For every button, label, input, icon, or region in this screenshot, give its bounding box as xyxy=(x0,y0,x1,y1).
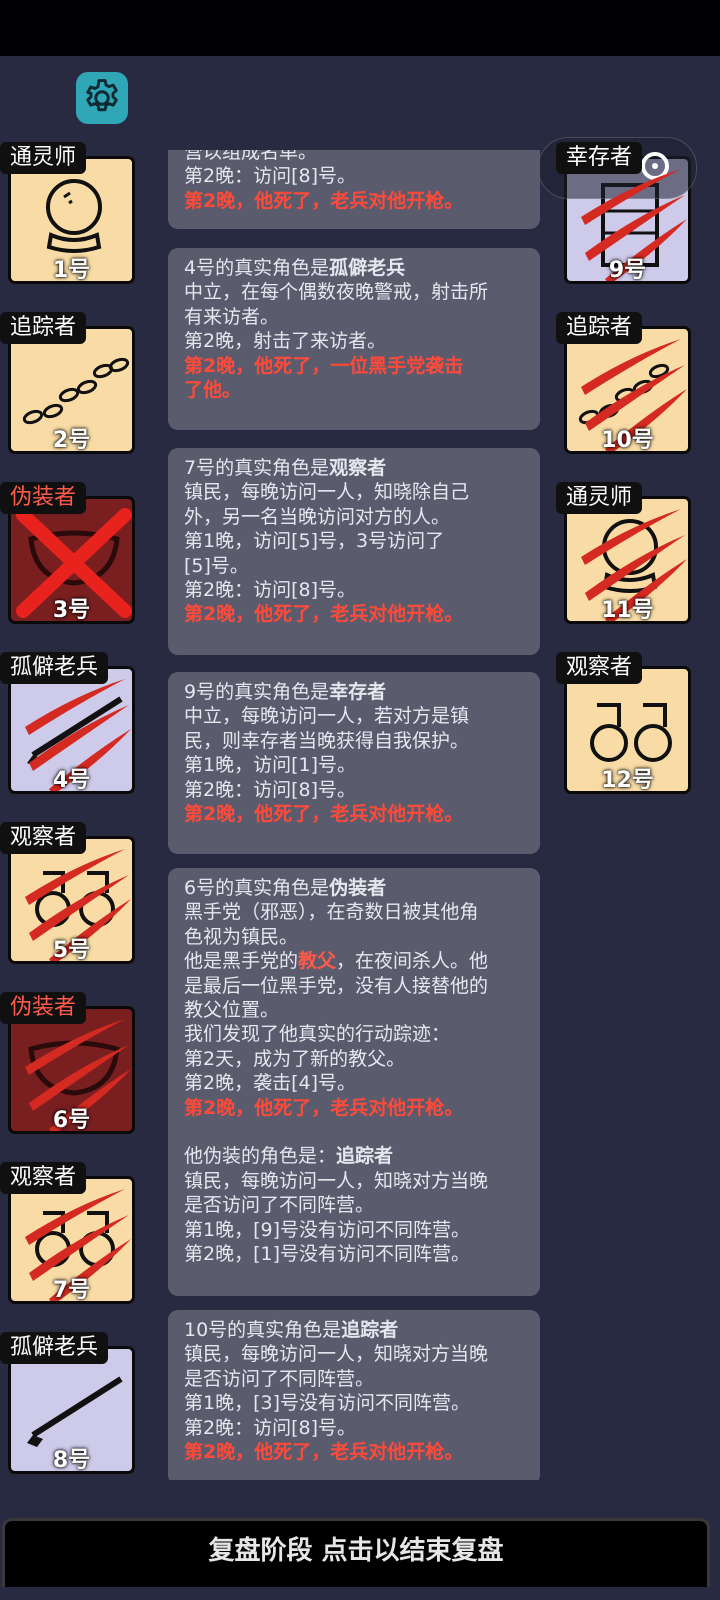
fake-role: 追踪者 xyxy=(336,1145,394,1168)
log-entry: 7号的真实角色是观察者 镇民，每晚访问一人，知晓除自己 外，另一名当晚访问对方的… xyxy=(168,448,540,655)
role-label: 幸存者 xyxy=(556,142,643,174)
death-text: 第2晚，他死了，老兵对他开枪。 xyxy=(184,189,464,212)
player-card[interactable]: 观察者 5号 xyxy=(0,822,135,964)
true-role: 追踪者 xyxy=(341,1319,399,1341)
settings-button[interactable] xyxy=(76,72,128,124)
player-number: 1号 xyxy=(52,258,91,283)
player-number: 12号 xyxy=(601,768,654,793)
death-text: 第2晚，他死了，一位黑手党袭击 xyxy=(184,354,464,377)
end-review-button[interactable]: 复盘阶段 点击以结束复盘 xyxy=(2,1518,710,1587)
status-bar xyxy=(0,0,720,56)
player-card[interactable]: 追踪者 10号 xyxy=(556,312,691,454)
true-role: 孤僻老兵 xyxy=(329,257,406,279)
role-label: 追踪者 xyxy=(0,312,87,344)
player-card[interactable]: 伪装者 3号 xyxy=(0,482,135,624)
gear-icon xyxy=(86,79,118,112)
end-review-label: 复盘阶段 点击以结束复盘 xyxy=(208,1536,504,1566)
death-text: 第2晚，他死了，老兵对他开枪。 xyxy=(184,1441,464,1464)
player-card[interactable]: 伪装者 6号 xyxy=(0,992,135,1134)
review-log-list[interactable]: 营以组成名单。 第2晚：访问[8]号。 第2晚，他死了，老兵对他开枪。 4号的真… xyxy=(160,150,550,1480)
player-card[interactable]: 孤僻老兵 8号 xyxy=(0,1332,135,1474)
role-label: 伪装者 xyxy=(0,482,87,514)
player-card[interactable]: 追踪者 2号 xyxy=(0,312,135,454)
player-number: 11号 xyxy=(601,598,654,623)
role-label: 观察者 xyxy=(556,652,643,684)
player-number: 8号 xyxy=(52,1448,91,1473)
log-entry: 营以组成名单。 第2晚：访问[8]号。 第2晚，他死了，老兵对他开枪。 xyxy=(168,150,540,229)
log-entry: 9号的真实角色是幸存者 中立，每晚访问一人，若对方是镇 民，则幸存者当晚获得自我… xyxy=(168,672,540,854)
death-text: 第2晚，他死了，老兵对他开枪。 xyxy=(184,803,464,826)
player-card[interactable]: 观察者 12号 xyxy=(556,652,691,794)
death-text: 第2晚，他死了，老兵对他开枪。 xyxy=(184,603,464,626)
role-label: 通灵师 xyxy=(0,142,87,174)
death-text: 了他。 xyxy=(184,379,242,402)
true-role: 幸存者 xyxy=(329,681,387,703)
log-entry: 4号的真实角色是孤僻老兵 中立，在每个偶数夜晚警戒，射击所 有来访者。 第2晚，… xyxy=(168,248,540,430)
log-entry: 10号的真实角色是追踪者 镇民，每晚访问一人，知晓对方当晚 是否访问了不同阵营。… xyxy=(168,1310,540,1480)
true-role: 伪装者 xyxy=(329,877,387,899)
player-card[interactable]: 通灵师 1号 xyxy=(0,142,135,284)
player-card[interactable]: 孤僻老兵 4号 xyxy=(0,652,135,794)
role-label: 观察者 xyxy=(0,822,87,854)
role-label: 孤僻老兵 xyxy=(0,1332,109,1364)
role-label: 通灵师 xyxy=(556,482,643,514)
player-number: 9号 xyxy=(608,258,647,283)
player-card[interactable]: 幸存者 9号 xyxy=(556,142,691,284)
role-label: 伪装者 xyxy=(0,992,87,1024)
player-card[interactable]: 通灵师 11号 xyxy=(556,482,691,624)
role-label: 观察者 xyxy=(0,1162,87,1194)
log-entry: 6号的真实角色是伪装者 黑手党（邪恶），在奇数日被其他角 色视为镇民。 他是黑手… xyxy=(168,868,540,1296)
player-number: 7号 xyxy=(52,1278,91,1303)
player-number: 6号 xyxy=(52,1108,91,1133)
player-number: 5号 xyxy=(52,938,91,963)
death-text: 第2晚，他死了，老兵对他开枪。 xyxy=(184,1096,464,1119)
player-card[interactable]: 观察者 7号 xyxy=(0,1162,135,1304)
true-role: 观察者 xyxy=(329,457,387,479)
role-label: 孤僻老兵 xyxy=(0,652,109,684)
player-number: 10号 xyxy=(601,428,654,453)
player-number: 3号 xyxy=(52,598,91,623)
keyword-highlight: 教父 xyxy=(298,950,337,973)
player-number: 2号 xyxy=(52,428,91,453)
role-label: 追踪者 xyxy=(556,312,643,344)
player-number: 4号 xyxy=(52,768,91,793)
